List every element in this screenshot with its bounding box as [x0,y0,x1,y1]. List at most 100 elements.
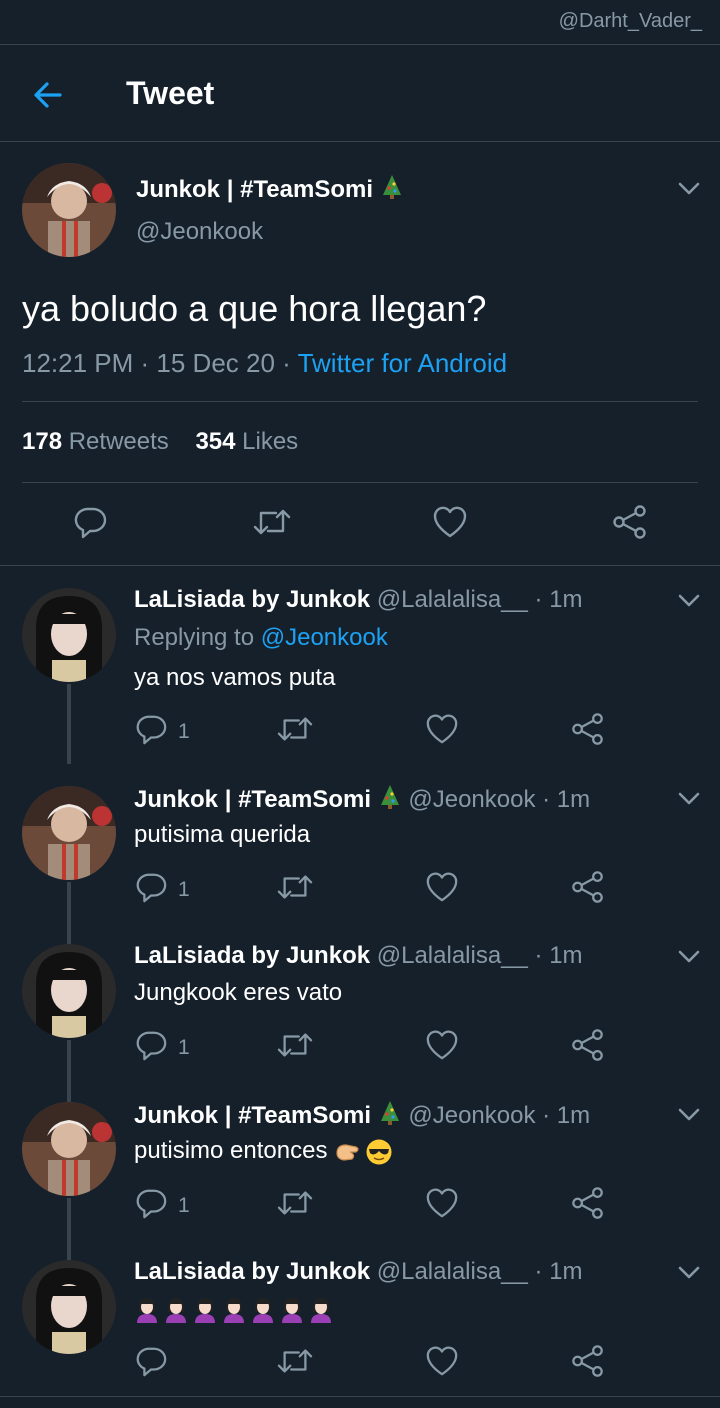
chevron-down-icon[interactable] [678,792,700,806]
reply-author-name[interactable]: LaLisiada by Junkok [134,1258,370,1285]
reply-action-bar [0,1344,720,1384]
reply-tweet[interactable]: LaLisiada by Junkok @Lalalalisa__ · 1m [0,1238,720,1396]
chevron-down-icon[interactable] [678,1266,700,1280]
reply-icon[interactable] [134,1186,168,1220]
reply-tweet[interactable]: Junkok | #TeamSomi @Jeonkook · 1m putisi… [0,764,720,962]
reply-tweet[interactable]: LaLisiada by Junkok @Lalalalisa__ · 1m J… [0,922,720,1120]
heart-icon[interactable] [432,504,468,540]
reply-icon[interactable] [134,1344,168,1378]
retweet-icon[interactable] [276,1186,314,1220]
watermark: @Darht_Vader_ [558,10,702,32]
chevron-down-icon[interactable] [678,950,700,964]
reply-text [134,1294,337,1323]
share-icon[interactable] [571,1186,605,1220]
author-name[interactable]: Junkok | #TeamSomi [136,174,404,204]
reply-icon[interactable] [134,1028,168,1062]
sunglasses-emoji [366,1139,392,1165]
reply-icon[interactable] [72,504,108,540]
woman-emoji [224,1297,244,1323]
reply-header: LaLisiada by Junkok @Lalalalisa__ · 1m [134,586,583,614]
woman-emoji [195,1297,215,1323]
tweet-text: ya boludo a que hora llegan? [22,288,487,329]
pinching-hand-emoji [336,1144,359,1161]
reply-author-name[interactable]: Junkok | #TeamSomi [134,1102,371,1129]
reply-author-name[interactable]: LaLisiada by Junkok [134,942,370,969]
reply-text: Jungkook eres vato [134,979,343,1006]
tweet-time: 12:21 PM · 15 Dec 20 · [22,348,298,378]
share-icon[interactable] [571,712,605,746]
heart-icon[interactable] [425,712,459,746]
reply-count: 1 [178,1194,190,1217]
chevron-down-icon[interactable] [678,1108,700,1122]
avatar[interactable] [22,163,116,257]
reply-handle-time[interactable]: @Lalalalisa__ · 1m [370,1258,583,1285]
reply-text: putisima querida [134,821,311,848]
reply-text: ya nos vamos puta [134,664,336,691]
share-icon[interactable] [571,1344,605,1378]
reply-icon[interactable] [134,870,168,904]
reply-handle-time[interactable]: @Lalalalisa__ · 1m [370,586,583,613]
chevron-down-icon[interactable] [678,182,700,196]
christmas-tree-emoji [382,175,401,199]
reply-header: Junkok | #TeamSomi @Jeonkook · 1m [134,784,590,814]
reply-count: 1 [178,1036,190,1059]
reply-handle-time[interactable]: @Lalalalisa__ · 1m [370,942,583,969]
reply-action-bar: 1 [0,1186,720,1226]
heart-icon[interactable] [425,1028,459,1062]
reply-action-bar: 1 [0,1028,720,1068]
engagement-stats: 178 Retweets 354 Likes [22,428,298,456]
woman-emoji [282,1297,302,1323]
reply-icon[interactable] [134,712,168,746]
back-arrow-icon[interactable] [28,75,68,115]
retweets-stat[interactable]: 178 Retweets [22,428,169,455]
reply-action-bar: 1 [0,712,720,752]
woman-emoji [137,1297,157,1323]
retweet-icon[interactable] [252,504,292,540]
reply-header: LaLisiada by Junkok @Lalalalisa__ · 1m [134,942,583,970]
reply-count: 1 [178,878,190,901]
author-handle[interactable]: @Jeonkook [136,218,263,246]
christmas-tree-emoji [380,1101,399,1125]
share-icon[interactable] [612,504,648,540]
retweet-icon[interactable] [276,870,314,904]
avatar[interactable] [22,786,116,880]
avatar[interactable] [22,944,116,1038]
replying-to: Replying to @Jeonkook [134,624,388,651]
tweet-meta: 12:21 PM · 15 Dec 20 · Twitter for Andro… [22,348,507,379]
top-bar: Tweet [0,44,720,142]
christmas-tree-emoji [380,785,399,809]
divider [22,401,698,402]
share-icon[interactable] [571,1028,605,1062]
reply-header: Junkok | #TeamSomi @Jeonkook · 1m [134,1100,590,1130]
retweet-icon[interactable] [276,1028,314,1062]
avatar[interactable] [22,1260,116,1354]
avatar[interactable] [22,588,116,682]
reply-tweet[interactable]: Junkok | #TeamSomi @Jeonkook · 1m putisi… [0,1080,720,1278]
reply-handle-time[interactable]: @Jeonkook · 1m [408,1102,590,1129]
likes-stat[interactable]: 354 Likes [195,428,298,455]
divider [22,482,698,483]
divider [0,1396,720,1397]
retweet-icon[interactable] [276,1344,314,1378]
heart-icon[interactable] [425,1186,459,1220]
reply-handle-time[interactable]: @Jeonkook · 1m [408,786,590,813]
avatar[interactable] [22,1102,116,1196]
reply-author-name[interactable]: LaLisiada by Junkok [134,586,370,613]
reply-header: LaLisiada by Junkok @Lalalalisa__ · 1m [134,1258,583,1286]
heart-icon[interactable] [425,1344,459,1378]
chevron-down-icon[interactable] [678,594,700,608]
woman-emoji [253,1297,273,1323]
heart-icon[interactable] [425,870,459,904]
retweet-icon[interactable] [276,712,314,746]
reply-count: 1 [178,720,190,743]
reply-author-name[interactable]: Junkok | #TeamSomi [134,786,371,813]
page-title: Tweet [126,75,215,111]
reply-text: putisimo entonces [134,1137,396,1166]
reply-action-bar: 1 [0,870,720,910]
reply-tweet[interactable]: LaLisiada by Junkok @Lalalalisa__ · 1m R… [0,566,720,764]
share-icon[interactable] [571,870,605,904]
main-tweet[interactable]: Junkok | #TeamSomi @Jeonkook ya boludo a… [0,142,720,566]
woman-emoji [166,1297,186,1323]
tweet-source-link[interactable]: Twitter for Android [298,348,508,378]
replying-to-link[interactable]: @Jeonkook [261,624,388,651]
